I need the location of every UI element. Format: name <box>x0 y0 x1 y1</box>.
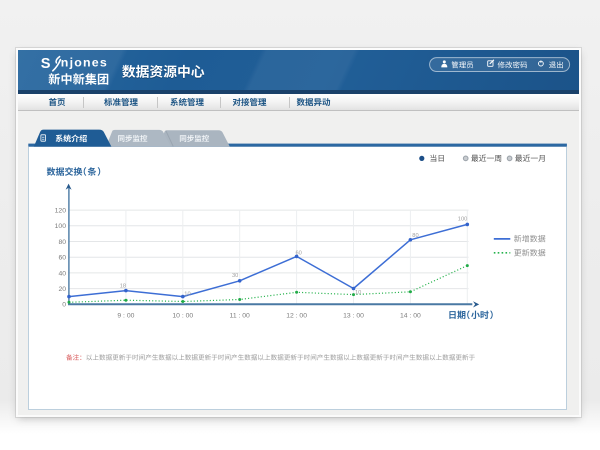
svg-text:9 : 00: 9 : 00 <box>117 312 134 319</box>
svg-text:njones: njones <box>61 56 108 70</box>
svg-text:10: 10 <box>184 292 190 298</box>
svg-text:10: 10 <box>355 290 361 296</box>
svg-text:20: 20 <box>58 286 66 293</box>
svg-text:11 : 00: 11 : 00 <box>230 312 251 319</box>
svg-text:14 : 00: 14 : 00 <box>400 312 421 319</box>
svg-text:40: 40 <box>58 270 66 277</box>
svg-text:12 : 00: 12 : 00 <box>286 312 307 319</box>
svg-text:30: 30 <box>232 273 238 279</box>
svg-text:0: 0 <box>62 302 66 309</box>
svg-text:S: S <box>41 56 51 72</box>
svg-text:60: 60 <box>58 255 66 262</box>
svg-text:80: 80 <box>58 239 66 246</box>
svg-text:18: 18 <box>120 283 126 289</box>
svg-text:13 : 00: 13 : 00 <box>343 312 364 319</box>
svg-text:120: 120 <box>55 208 67 215</box>
svg-text:60: 60 <box>296 251 302 257</box>
svg-text:10 : 00: 10 : 00 <box>172 312 193 319</box>
svg-text:80: 80 <box>412 233 418 239</box>
svg-text:100: 100 <box>458 217 468 223</box>
svg-text:100: 100 <box>55 223 67 230</box>
